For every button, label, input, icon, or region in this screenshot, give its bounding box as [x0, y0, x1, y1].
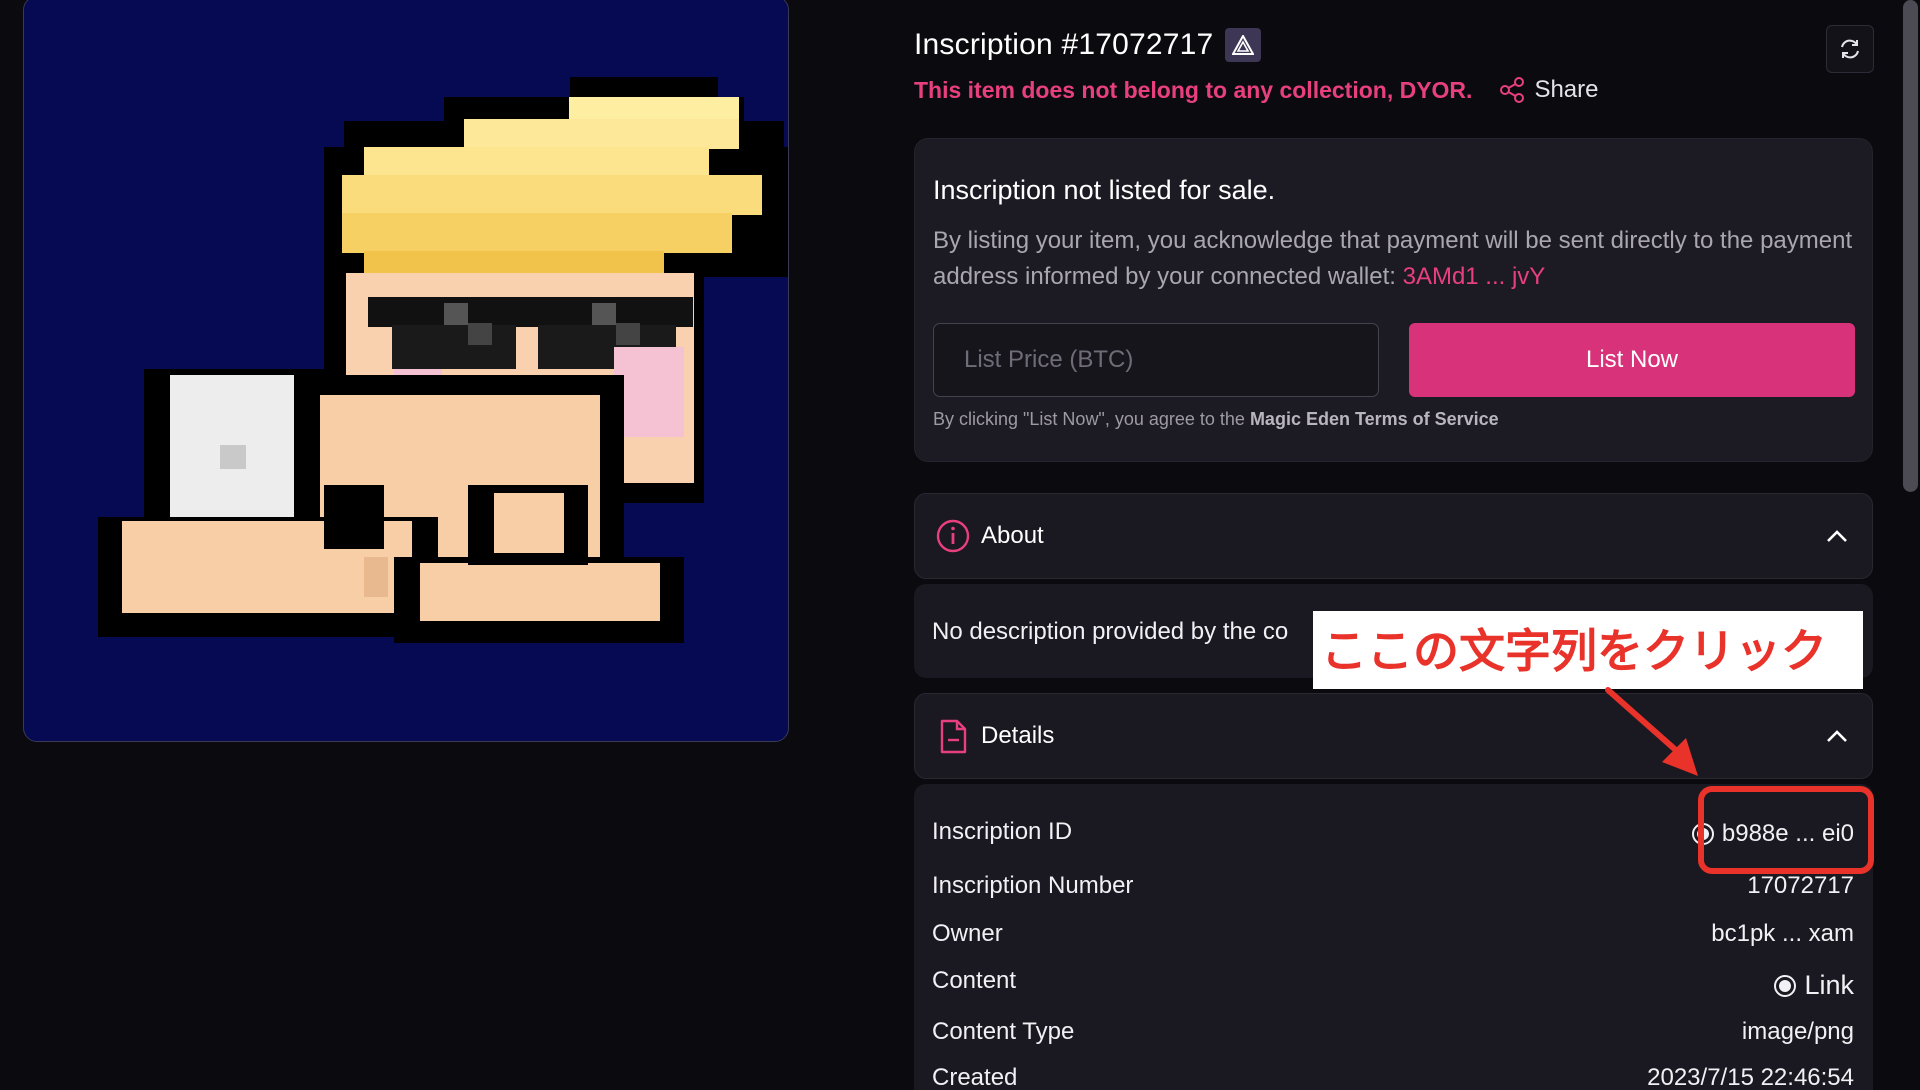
owner-link[interactable]: bc1pk ... xam	[1711, 920, 1854, 948]
about-description: No description provided by the co	[932, 618, 1289, 645]
info-icon	[936, 519, 970, 553]
detail-key: Inscription ID	[932, 818, 1073, 845]
scrollbar-thumb[interactable]	[1903, 0, 1918, 492]
share-label: Share	[1534, 76, 1599, 103]
page-title: Inscription #17072717	[914, 28, 1214, 61]
detail-key: Created	[932, 1064, 1018, 1090]
inscription-image[interactable]	[23, 0, 789, 742]
inscription-page: Inscription #17072717 This item does not…	[0, 0, 1920, 1090]
radio-icon	[1774, 974, 1797, 997]
share-icon	[1500, 77, 1525, 103]
title-row: Inscription #17072717	[914, 28, 1262, 62]
refresh-icon	[1841, 39, 1859, 59]
document-icon	[940, 719, 967, 754]
detail-row-created: Created 2023/7/15 22:46:54	[932, 1064, 1854, 1090]
triangle-badge-icon[interactable]	[1225, 28, 1262, 62]
collection-warning: This item does not belong to any collect…	[914, 76, 1473, 103]
chevron-up-icon	[1827, 730, 1847, 742]
detail-value: 17072717	[1747, 872, 1854, 899]
wallet-address[interactable]: 3AMd1 ... jvY	[1403, 263, 1546, 290]
refresh-button[interactable]	[1826, 25, 1874, 73]
detail-row-content-type: Content Type image/png	[932, 1018, 1854, 1058]
details-section-header[interactable]: Details	[914, 693, 1873, 779]
listing-description: By listing your item, you acknowledge th…	[933, 223, 1853, 295]
about-section-header[interactable]: About	[914, 493, 1873, 579]
detail-row-content: Content Link	[932, 967, 1854, 1007]
detail-value[interactable]: Link	[1804, 970, 1854, 1001]
content-link[interactable]: Link	[1774, 970, 1854, 1001]
detail-key: Content	[932, 967, 1017, 994]
share-button[interactable]: Share	[1498, 76, 1598, 104]
terms-notice: By clicking "List Now", you agree to the…	[933, 409, 1499, 430]
detail-value: 2023/7/15 22:46:54	[1647, 1064, 1854, 1090]
detail-key: Content Type	[932, 1018, 1075, 1045]
pixel-baby-art	[98, 77, 788, 643]
terms-link[interactable]: Magic Eden Terms of Service	[1250, 409, 1499, 429]
list-price-input[interactable]	[933, 323, 1379, 397]
warning-row: This item does not belong to any collect…	[914, 76, 1598, 104]
listing-card: Inscription not listed for sale. By list…	[914, 138, 1873, 462]
page-scrollbar[interactable]	[1901, 0, 1920, 1090]
chevron-up-icon	[1827, 530, 1847, 542]
listing-description-text: By listing your item, you acknowledge th…	[933, 227, 1853, 290]
detail-row-owner: Owner bc1pk ... xam	[932, 920, 1854, 960]
detail-key: Owner	[932, 920, 1003, 947]
about-title: About	[981, 522, 1044, 549]
annotation-arrow-icon	[1605, 687, 1698, 776]
list-now-button[interactable]: List Now	[1409, 323, 1855, 397]
annotation-callout: ここの文字列をクリック	[1313, 611, 1863, 689]
detail-row-inscription-number: Inscription Number 17072717	[932, 872, 1854, 912]
listing-heading: Inscription not listed for sale.	[933, 175, 1276, 205]
details-title: Details	[981, 722, 1055, 749]
detail-value: image/png	[1741, 1018, 1854, 1045]
annotation-highlight-box	[1698, 786, 1874, 874]
detail-key: Inscription Number	[932, 872, 1134, 899]
terms-prefix: By clicking "List Now", you agree to the	[933, 409, 1250, 429]
